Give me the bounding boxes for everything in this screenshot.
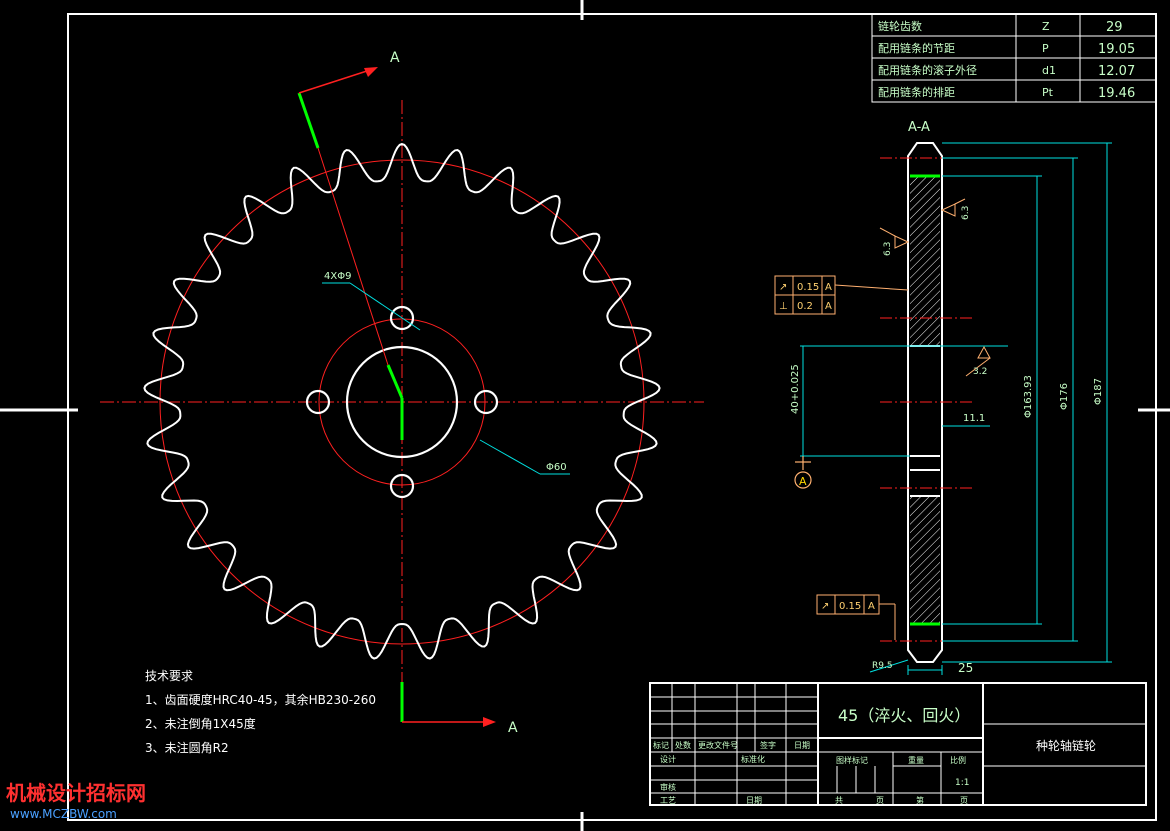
watermark-text: 机械设计招标网 [6,781,146,805]
tolerance-frame-1 [774,275,909,296]
param-value: 19.05 [1098,42,1135,57]
dim-bore: 40+0.025 [790,364,801,414]
section-label-top: A [390,50,400,66]
tolerance-datum: A [825,301,832,312]
role-standard: 标准化 [741,754,765,764]
param-symbol: Z [1042,20,1050,33]
rev-header: 日期 [794,741,810,750]
param-label: 配用链条的排距 [878,85,955,99]
tolerance-symbol: ⊥ [779,301,788,312]
sheet-total: 共 [835,796,843,805]
dim-root-diameter: Φ163.93 [1023,375,1034,418]
tech-req-item: 3、未注圆角R2 [145,740,229,755]
param-symbol: Pt [1042,86,1054,99]
scale-header: 比例 [950,755,966,765]
tech-req-item: 1、齿面硬度HRC40-45，其余HB230-260 [145,692,376,707]
dim-edge-radius: R9.5 [872,661,893,671]
datum-label: A [799,475,807,488]
roughness-value: 3.2 [973,367,987,377]
param-symbol: P [1042,42,1049,55]
dim-hub-diameter: Φ176 [1059,383,1070,410]
dim-keyway: 11.1 [963,413,985,424]
rev-header: 签字 [760,740,776,750]
sheet-page-2: 页 [960,796,968,805]
param-label: 配用链条的节距 [878,41,955,55]
tolerance-value: 0.15 [797,282,819,293]
rev-header: 更改文件号 [698,740,738,750]
tech-req-title: 技术要求 [145,669,193,683]
param-label: 链轮齿数 [878,19,922,33]
tolerance-frame-text: ↗ 0.15 A ⊥ 0.2 A ↗ 0.15 A [779,282,875,612]
rev-header: 处数 [675,740,691,750]
tolerance-datum: A [868,601,875,612]
sheet-of: 第 [916,795,924,805]
section-label-bottom: A [508,720,518,736]
watermark: 机械设计招标网 www.MCZBW.com [6,781,146,821]
hole-callout: 4XΦ9 [324,271,351,282]
param-value: 12.07 [1098,64,1135,79]
roughness-value: 6.3 [883,242,893,256]
tech-requirements: 技术要求 1、齿面硬度HRC40-45，其余HB230-260 2、未注倒角1X… [145,669,376,755]
role-process: 工艺 [660,796,676,805]
params-table: 链轮齿数 Z 29 配用链条的节距 P 19.05 配用链条的滚子外径 d1 1… [878,19,1135,101]
scale-value: 1:1 [955,778,969,788]
weight-header: 重量 [908,755,924,765]
role-check: 审核 [660,782,676,792]
dim-tip-diameter: Φ187 [1093,378,1104,405]
param-value: 29 [1106,20,1123,35]
role-design: 设计 [660,754,676,764]
tolerance-datum: A [825,282,832,293]
sheet-page-1: 页 [876,796,884,805]
roughness-value: 6.3 [961,206,971,220]
role-date: 日期 [746,796,762,805]
tolerance-value: 0.15 [839,601,861,612]
param-symbol: d1 [1042,64,1056,77]
drawing-canvas: A A 4XΦ9 Φ60 链轮齿数 Z 29 配用链条的节距 P 19.05 配… [0,0,1170,831]
front-view-callouts [322,282,570,475]
bolt-circle-callout: Φ60 [546,462,567,473]
tolerance-symbol: ↗ [821,601,829,612]
stage-header: 图样标记 [836,755,868,765]
rev-header: 标记 [653,740,669,750]
tech-req-item: 2、未注倒角1X45度 [145,716,256,731]
dim-width: 25 [958,661,973,675]
param-label: 配用链条的滚子外径 [878,63,977,77]
part-name: 种轮轴链轮 [1036,738,1096,753]
section-view-dim-text: Φ187 Φ176 Φ163.93 40+0.025 11.1 25 R9.5 [790,364,1104,675]
tolerance-value: 0.2 [797,301,813,312]
watermark-url: www.MCZBW.com [10,807,117,821]
material: 45（淬火、回火） [838,706,970,725]
section-view-title: A-A [908,120,930,135]
tolerance-symbol: ↗ [779,282,787,293]
param-value: 19.46 [1098,86,1135,101]
